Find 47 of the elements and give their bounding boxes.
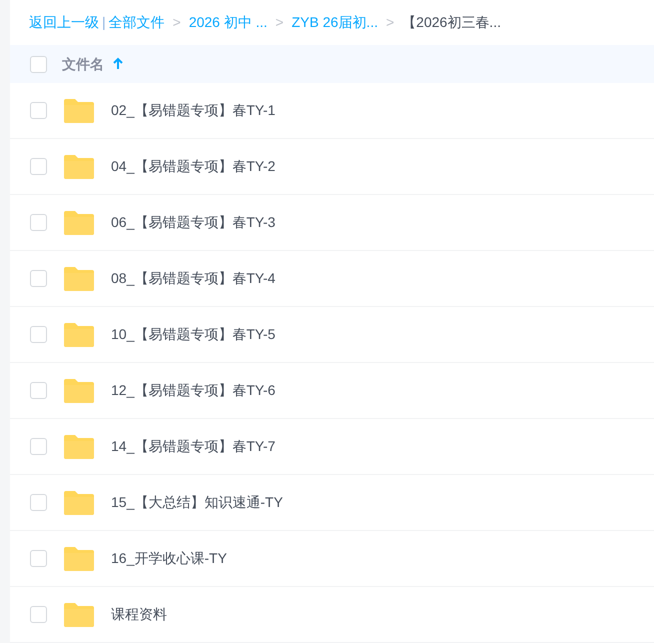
- file-row[interactable]: 16_开学收心课-TY: [10, 531, 654, 587]
- folder-icon: [62, 544, 96, 572]
- checkbox[interactable]: [30, 56, 47, 73]
- file-name[interactable]: 12_【易错题专项】春TY-6: [111, 380, 276, 401]
- file-row[interactable]: 课程资料: [10, 587, 654, 643]
- file-name[interactable]: 02_【易错题专项】春TY-1: [111, 100, 276, 121]
- folder-icon: [62, 96, 96, 124]
- file-row[interactable]: 04_【易错题专项】春TY-2: [10, 139, 654, 195]
- file-name[interactable]: 14_【易错题专项】春TY-7: [111, 436, 276, 457]
- file-row[interactable]: 15_【大总结】知识速通-TY: [10, 475, 654, 531]
- file-name[interactable]: 06_【易错题专项】春TY-3: [111, 212, 276, 233]
- breadcrumb-arrow: >: [275, 13, 284, 32]
- checkbox[interactable]: [30, 214, 47, 231]
- file-name[interactable]: 04_【易错题专项】春TY-2: [111, 156, 276, 177]
- separator: |: [102, 13, 106, 32]
- file-row[interactable]: 02_【易错题专项】春TY-1: [10, 83, 654, 139]
- file-name[interactable]: 16_开学收心课-TY: [111, 548, 227, 569]
- sort-arrow-icon[interactable]: [112, 57, 124, 72]
- checkbox[interactable]: [30, 382, 47, 399]
- file-row[interactable]: 14_【易错题专项】春TY-7: [10, 419, 654, 475]
- checkbox[interactable]: [30, 102, 47, 119]
- checkbox[interactable]: [30, 270, 47, 287]
- breadcrumb-arrow: >: [172, 13, 181, 32]
- checkbox[interactable]: [30, 326, 47, 343]
- breadcrumb-arrow: >: [386, 13, 394, 32]
- folder-icon: [62, 264, 96, 292]
- folder-icon: [62, 208, 96, 236]
- breadcrumb-current: 【2026初三春...: [402, 13, 501, 32]
- checkbox[interactable]: [30, 438, 47, 455]
- file-name[interactable]: 课程资料: [111, 604, 167, 625]
- checkbox[interactable]: [30, 158, 47, 175]
- file-row[interactable]: 08_【易错题专项】春TY-4: [10, 251, 654, 307]
- checkbox[interactable]: [30, 550, 47, 567]
- file-row[interactable]: 12_【易错题专项】春TY-6: [10, 363, 654, 419]
- folder-icon: [62, 432, 96, 460]
- folder-icon: [62, 376, 96, 404]
- file-row[interactable]: 10_【易错题专项】春TY-5: [10, 307, 654, 363]
- folder-icon: [62, 320, 96, 348]
- file-name[interactable]: 08_【易错题专项】春TY-4: [111, 268, 276, 289]
- file-name[interactable]: 10_【易错题专项】春TY-5: [111, 324, 276, 345]
- folder-icon: [62, 600, 96, 628]
- file-row[interactable]: 06_【易错题专项】春TY-3: [10, 195, 654, 251]
- checkbox[interactable]: [30, 606, 47, 623]
- file-name[interactable]: 15_【大总结】知识速通-TY: [111, 492, 283, 513]
- folder-icon: [62, 488, 96, 516]
- checkbox[interactable]: [30, 494, 47, 511]
- folder-icon: [62, 152, 96, 180]
